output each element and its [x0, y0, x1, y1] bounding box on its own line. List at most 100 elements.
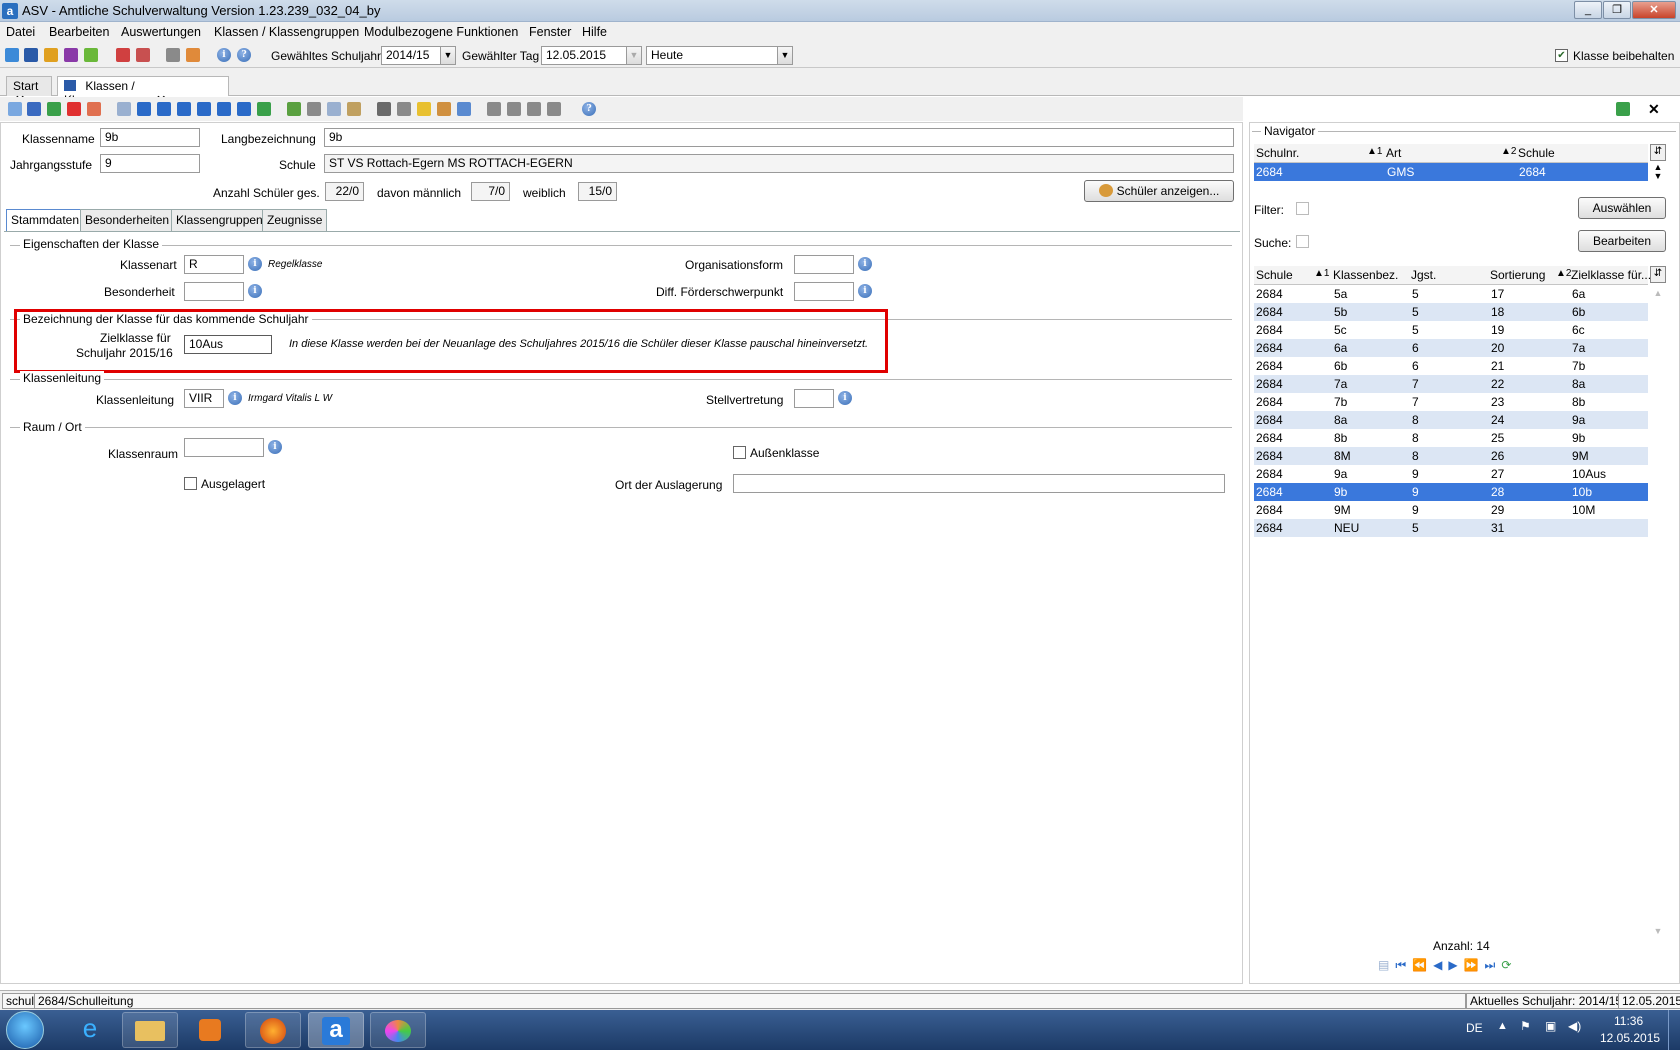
menu-klassen[interactable]: Klassen / Klassengruppen	[214, 25, 359, 39]
copy-icon[interactable]	[327, 102, 341, 116]
column-chooser-icon[interactable]: ⇵	[1650, 266, 1666, 283]
clock-time[interactable]: 11:36	[1614, 1014, 1643, 1028]
tab-klassengruppen[interactable]: Klassengruppen	[171, 209, 268, 231]
info-icon[interactable]: i	[228, 391, 242, 405]
menu-datei[interactable]: Datei	[6, 25, 35, 39]
internet-explorer-icon[interactable]: e	[62, 1012, 118, 1048]
show-hidden-icons-icon[interactable]: ▲	[1497, 1020, 1508, 1032]
column-chooser-icon[interactable]: ⇵	[1650, 144, 1666, 161]
start-button[interactable]	[6, 1011, 44, 1049]
print-icon[interactable]	[377, 102, 391, 116]
suche-checkbox[interactable]	[1296, 235, 1309, 248]
chevron-down-icon[interactable]: ▼	[440, 46, 456, 65]
next-page-icon[interactable]: ⏩	[1464, 958, 1485, 972]
table-row[interactable]: 2684 7b 7 23 8b	[1254, 393, 1648, 411]
table-row[interactable]: 2684 8a 8 24 9a	[1254, 411, 1648, 429]
info-icon[interactable]: i	[858, 257, 872, 271]
diff-foerderschwerpunkt-field[interactable]	[794, 282, 854, 301]
delete-icon[interactable]	[67, 102, 81, 116]
save-icon[interactable]	[27, 102, 41, 116]
scrollbar[interactable]: ▲ ▼	[1650, 288, 1666, 938]
col-art[interactable]: Art	[1386, 146, 1401, 160]
chevron-down-icon[interactable]: ▼	[777, 46, 793, 65]
delete-all-icon[interactable]	[87, 102, 101, 116]
menu-auswertungen[interactable]: Auswertungen	[121, 25, 201, 39]
tab-zeugnisse[interactable]: Zeugnisse	[262, 209, 328, 231]
menu-fenster[interactable]: Fenster	[529, 25, 571, 39]
langbezeichnung-field[interactable]: 9b	[324, 128, 1234, 147]
firefox-icon[interactable]	[245, 1012, 301, 1048]
module-report-icon[interactable]	[136, 48, 150, 62]
previous-page-icon[interactable]: ⏪	[1412, 958, 1433, 972]
next-icon[interactable]: ▶	[1448, 958, 1463, 972]
previous-page-icon[interactable]	[157, 102, 171, 116]
module-unterricht-icon[interactable]	[84, 48, 98, 62]
besonderheit-field[interactable]	[184, 282, 244, 301]
chevron-down-icon[interactable]: ▼	[626, 46, 642, 65]
next-icon[interactable]	[197, 102, 211, 116]
klasse-beibehalten-checkbox[interactable]: ✔	[1555, 49, 1568, 62]
info-icon[interactable]: i	[858, 284, 872, 298]
schuljahr-select[interactable]: 2014/15	[381, 46, 441, 65]
calendar-icon[interactable]	[186, 48, 200, 62]
organisationsform-field[interactable]	[794, 255, 854, 274]
table-row[interactable]: 2684 NEU 5 31	[1254, 519, 1648, 537]
windows-icon[interactable]	[166, 48, 180, 62]
copy-record-icon[interactable]	[117, 102, 131, 116]
tab-besonderheiten[interactable]: Besonderheiten	[80, 209, 175, 231]
ausgelagert-checkbox[interactable]	[184, 477, 197, 490]
col-zielklasse[interactable]: Zielklasse für...	[1571, 268, 1651, 282]
group-icon[interactable]	[507, 102, 521, 116]
volume-icon[interactable]: ◀)	[1568, 1019, 1581, 1033]
first-icon[interactable]	[137, 102, 151, 116]
copy-record-icon[interactable]: ▤	[1378, 958, 1395, 972]
info-icon[interactable]: i	[248, 284, 262, 298]
table-row[interactable]: 2684 6b 6 21 7b	[1254, 357, 1648, 375]
last-icon[interactable]: ⏭	[1485, 958, 1502, 972]
klassenname-field[interactable]: 9b	[100, 128, 200, 147]
last-icon[interactable]	[237, 102, 251, 116]
table-row[interactable]: 2684 6a 6 20 7a	[1254, 339, 1648, 357]
info-icon[interactable]: i	[838, 391, 852, 405]
klassenraum-field[interactable]	[184, 438, 264, 457]
clock-icon[interactable]	[457, 102, 471, 116]
network-icon[interactable]: ▣	[1545, 1019, 1556, 1033]
module-klassen-icon[interactable]	[24, 48, 38, 62]
module-lehrer-icon[interactable]	[64, 48, 78, 62]
person-icon[interactable]	[487, 102, 501, 116]
action-center-icon[interactable]: ⚑	[1520, 1019, 1531, 1033]
klassenart-field[interactable]: R	[184, 255, 244, 274]
sync-icon[interactable]	[1616, 102, 1630, 116]
help-icon[interactable]: ?	[582, 102, 596, 116]
menu-bearbeiten[interactable]: Bearbeiten	[49, 25, 109, 39]
previous-icon[interactable]: ◀	[1433, 958, 1448, 972]
heute-select[interactable]: Heute	[646, 46, 778, 65]
minimize-button[interactable]: _	[1574, 1, 1602, 19]
new-icon[interactable]	[8, 102, 22, 116]
paste-icon[interactable]	[347, 102, 361, 116]
table-row[interactable]: 2684 5b 5 18 6b	[1254, 303, 1648, 321]
back-arrow-icon[interactable]	[287, 102, 301, 116]
help-icon[interactable]: ?	[237, 48, 251, 62]
col-jgst[interactable]: Jgst.	[1411, 268, 1436, 282]
preview-icon[interactable]	[397, 102, 411, 116]
close-icon[interactable]: ✕	[1648, 101, 1660, 118]
file-explorer-icon[interactable]	[122, 1012, 178, 1048]
idea-icon[interactable]	[417, 102, 431, 116]
col-schule[interactable]: Schule	[1256, 268, 1293, 282]
stellvertretung-field[interactable]	[794, 389, 834, 408]
auswaehlen-button[interactable]: Auswählen	[1578, 197, 1666, 219]
menu-hilfe[interactable]: Hilfe	[582, 25, 607, 39]
table-row[interactable]: 2684 9b 9 28 10b	[1254, 483, 1648, 501]
previous-icon[interactable]	[177, 102, 191, 116]
table-row[interactable]: 2684 8b 8 25 9b	[1254, 429, 1648, 447]
tag-field[interactable]: 12.05.2015	[541, 46, 627, 65]
first-icon[interactable]: ⏮	[1395, 958, 1412, 972]
col-schule[interactable]: Schule	[1518, 146, 1555, 160]
school-row[interactable]: 2684 GMS 2684	[1254, 163, 1648, 181]
klassenleitung-field[interactable]: VIIR	[184, 389, 224, 408]
table-row[interactable]: 2684 8M 8 26 9M	[1254, 447, 1648, 465]
info-icon[interactable]: i	[248, 257, 262, 271]
close-window-button[interactable]: ✕	[1632, 1, 1676, 19]
media-player-icon[interactable]	[182, 1012, 238, 1048]
